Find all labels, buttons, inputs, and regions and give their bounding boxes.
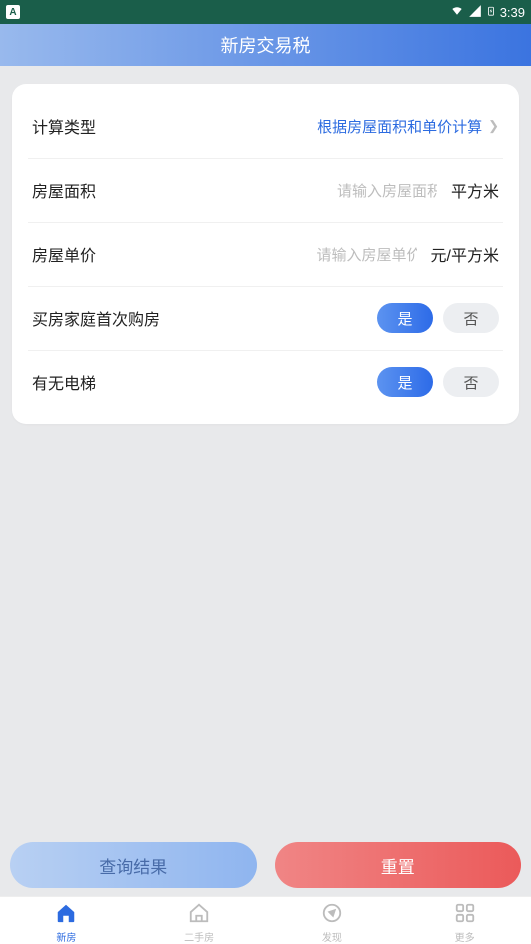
nav-second-hand[interactable]: 二手房 — [133, 897, 266, 944]
row-elevator: 有无电梯 是 否 — [12, 350, 519, 414]
first-buy-no-button[interactable]: 否 — [443, 303, 499, 333]
nav-more[interactable]: 更多 — [398, 897, 531, 944]
house-icon — [55, 902, 77, 924]
first-buy-yes-button[interactable]: 是 — [377, 303, 433, 333]
house-outline-icon — [188, 902, 210, 924]
grid-icon — [454, 902, 476, 924]
row-first-buy: 买房家庭首次购房 是 否 — [12, 286, 519, 350]
nav-label: 更多 — [455, 929, 475, 944]
row-calc-type[interactable]: 计算类型 根据房屋面积和单价计算 ❯ — [12, 94, 519, 158]
row-area: 房屋面积 请输入房屋面积 平方米 — [12, 158, 519, 222]
nav-label: 发现 — [322, 929, 342, 944]
price-input[interactable]: 请输入房屋单价 — [317, 244, 417, 265]
nav-label: 新房 — [56, 929, 76, 944]
reset-button[interactable]: 重置 — [275, 842, 522, 888]
signal-icon — [468, 4, 482, 21]
chevron-right-icon: ❯ — [488, 118, 499, 134]
price-label: 房屋单价 — [32, 242, 96, 266]
bottom-nav: 新房 二手房 发现 更多 — [0, 896, 531, 944]
area-label: 房屋面积 — [32, 178, 96, 202]
elevator-yes-button[interactable]: 是 — [377, 367, 433, 397]
compass-icon — [321, 902, 343, 924]
row-price: 房屋单价 请输入房屋单价 元/平方米 — [12, 222, 519, 286]
action-row: 查询结果 重置 — [10, 842, 521, 888]
elevator-no-button[interactable]: 否 — [443, 367, 499, 397]
status-time: 3:39 — [500, 5, 525, 20]
price-unit: 元/平方米 — [431, 242, 499, 266]
nav-label: 二手房 — [184, 929, 214, 944]
page-title: 新房交易税 — [221, 32, 311, 58]
nav-discover[interactable]: 发现 — [266, 897, 399, 944]
app-header: 新房交易税 — [0, 24, 531, 66]
first-buy-label: 买房家庭首次购房 — [32, 306, 160, 330]
status-bar: A 3:39 — [0, 0, 531, 24]
wifi-icon — [450, 4, 464, 21]
calc-type-label: 计算类型 — [32, 114, 96, 138]
status-app-icon: A — [6, 5, 20, 19]
form-card: 计算类型 根据房屋面积和单价计算 ❯ 房屋面积 请输入房屋面积 平方米 房屋单价… — [12, 84, 519, 424]
area-input[interactable]: 请输入房屋面积 — [337, 180, 437, 201]
nav-new-house[interactable]: 新房 — [0, 897, 133, 944]
battery-icon — [486, 3, 496, 22]
calc-type-value: 根据房屋面积和单价计算 — [317, 116, 482, 137]
area-unit: 平方米 — [451, 178, 499, 202]
elevator-label: 有无电梯 — [32, 370, 96, 394]
query-button[interactable]: 查询结果 — [10, 842, 257, 888]
